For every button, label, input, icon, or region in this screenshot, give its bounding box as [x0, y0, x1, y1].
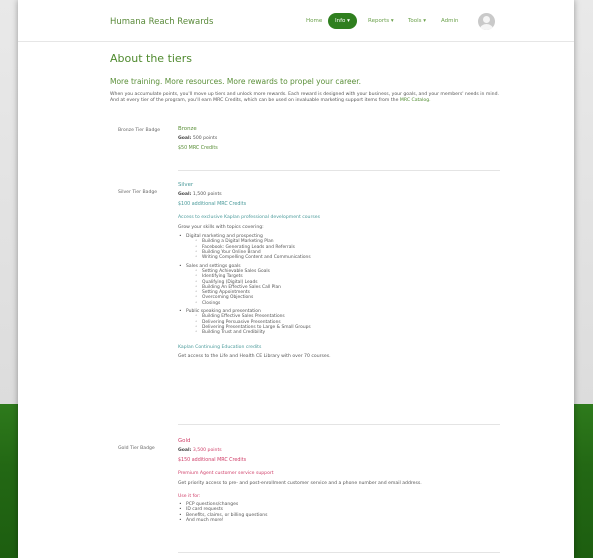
- page-title: About the tiers: [110, 52, 192, 65]
- silver-tier-badge: Silver Tier Badge: [118, 190, 158, 195]
- ce-library-text: Get access to the Life and Health CE Lib…: [178, 353, 331, 359]
- list-item: Writing Compelling Content and Communica…: [186, 255, 500, 261]
- top-nav: Humana Reach Rewards Home Info ▾ Reports…: [18, 0, 574, 42]
- main-content: About the tiers More training. More reso…: [110, 52, 500, 553]
- premium-support-link[interactable]: Premium Agent customer service support: [178, 471, 500, 476]
- uses-list: PCP questions/changes ID card requests B…: [178, 502, 500, 524]
- silver-tier-name: Silver: [178, 182, 194, 188]
- topic-list: Digital marketing and prospecting Buildi…: [178, 234, 500, 336]
- bronze-tier-name: Bronze: [178, 126, 197, 132]
- list-item: Closings: [186, 301, 500, 307]
- premium-support-text: Get priority access to pre- and post-enr…: [178, 481, 422, 486]
- kaplan-ce-link[interactable]: Kaplan Continuing Education credits: [178, 345, 500, 350]
- nav-info[interactable]: Info ▾: [328, 13, 357, 29]
- list-item: Building Trust and Credibility: [186, 330, 500, 336]
- divider: [178, 424, 500, 425]
- avatar-icon[interactable]: [478, 13, 495, 30]
- intro-text: When you accumulate points, you'll move …: [110, 92, 500, 105]
- page-subtitle: More training. More resources. More rewa…: [110, 77, 362, 86]
- nav-tools[interactable]: Tools ▾: [408, 13, 426, 29]
- gold-tier-badge: Gold Tier Badge: [118, 446, 155, 451]
- divider: [178, 552, 500, 553]
- nav-admin[interactable]: Admin: [441, 13, 459, 29]
- divider: [178, 170, 500, 171]
- silver-credits: $100 additional MRC Credits: [178, 202, 247, 207]
- list-item: Public speaking and presentation Buildin…: [178, 309, 500, 336]
- bronze-tier-badge: Bronze Tier Badge: [118, 128, 161, 133]
- brand-name[interactable]: Humana Reach Rewards: [110, 17, 213, 27]
- list-item: Digital marketing and prospecting Buildi…: [178, 234, 500, 261]
- list-item: And much more!: [178, 518, 500, 524]
- gold-tier-name: Gold: [178, 438, 191, 444]
- gold-credits: $150 additional MRC Credits: [178, 458, 247, 463]
- bronze-goal: Goal: 500 points: [178, 136, 218, 141]
- bronze-credits: $50 MRC Credits: [178, 146, 218, 151]
- grow-skills-text: Grow your skills with topics covering:: [178, 225, 264, 230]
- nav-home[interactable]: Home: [306, 13, 322, 29]
- gold-goal: Goal: 3,500 points: [178, 448, 222, 453]
- page-container: Humana Reach Rewards Home Info ▾ Reports…: [18, 0, 574, 558]
- silver-goal: Goal: 1,500 points: [178, 192, 222, 197]
- nav-reports[interactable]: Reports ▾: [368, 13, 394, 29]
- list-item: Sales and settings goals Setting Achieva…: [178, 264, 500, 307]
- intro-body: When you accumulate points, you'll move …: [110, 92, 499, 104]
- kaplan-courses-link[interactable]: Access to exclusive Kaplan professional …: [178, 215, 500, 220]
- use-it-for-label: Use it for:: [178, 494, 201, 499]
- mrc-catalog-link[interactable]: MRC Catalog.: [400, 98, 431, 103]
